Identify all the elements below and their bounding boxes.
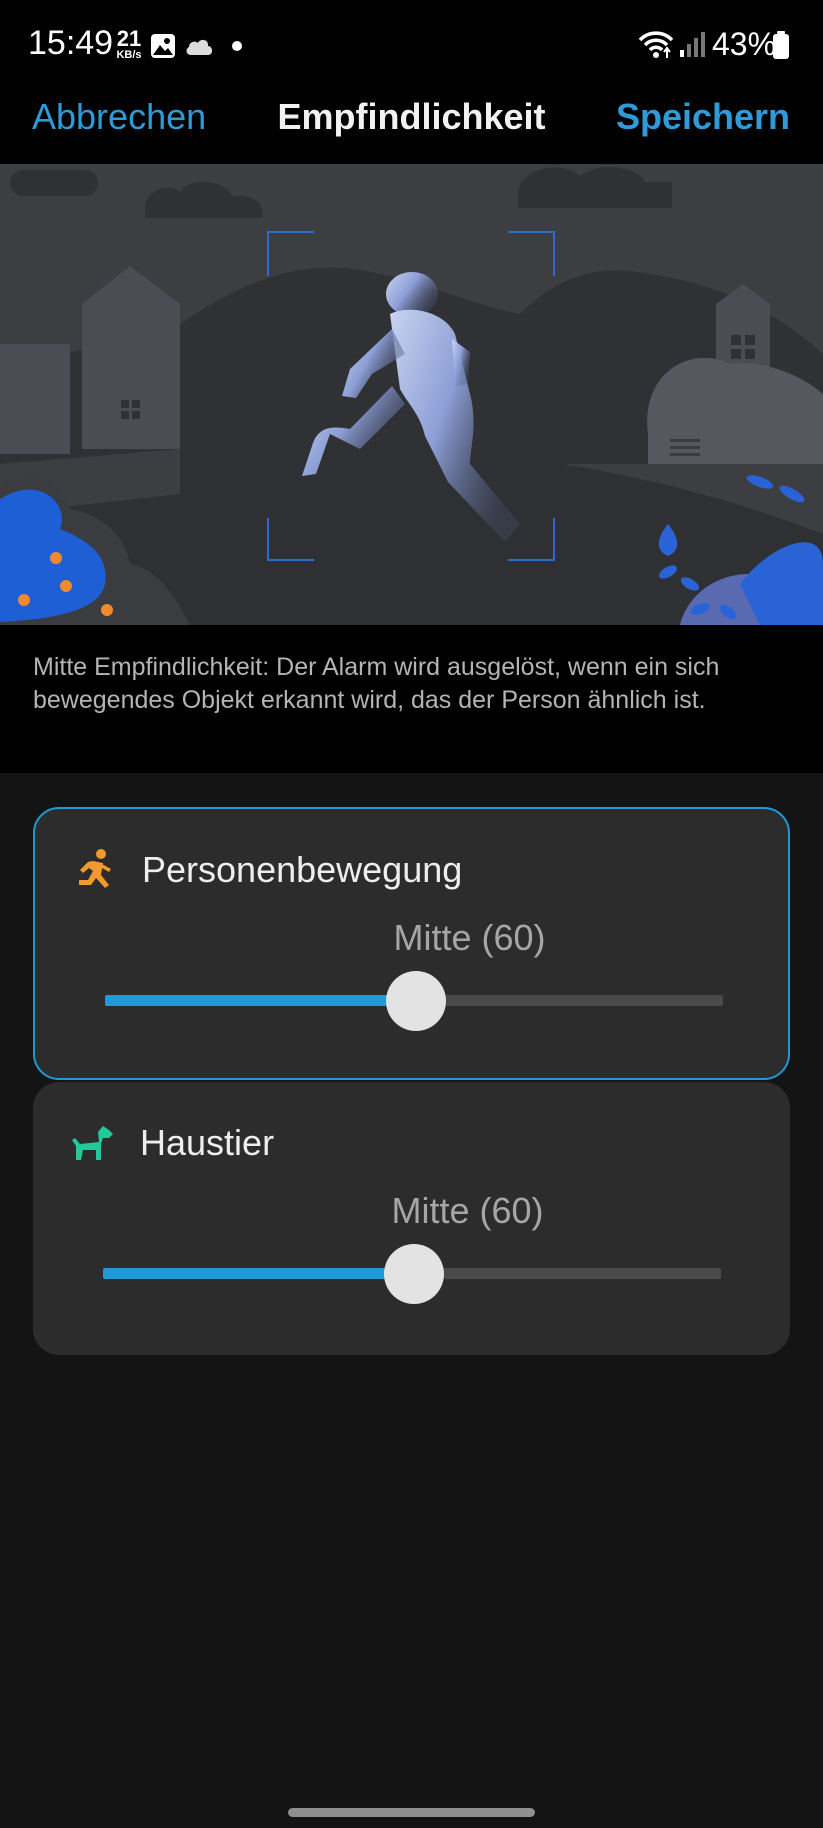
status-time: 15:49 <box>28 24 114 62</box>
battery-icon <box>773 31 789 59</box>
network-speed-value: 21 <box>116 26 142 51</box>
pet-title: Haustier <box>140 1122 275 1163</box>
person-motion-slider-fill <box>105 995 416 1006</box>
person-motion-value: Mitte (60) <box>393 917 546 958</box>
pet-slider-thumb[interactable] <box>384 1244 444 1304</box>
cloud-icon <box>186 39 213 55</box>
pet-value: Mitte (60) <box>391 1190 544 1231</box>
pet-card[interactable]: Haustier Mitte (60) <box>33 1082 790 1355</box>
save-button[interactable]: Speichern <box>616 96 790 138</box>
house-left <box>82 266 180 449</box>
person-motion-card[interactable]: Personenbewegung Mitte (60) <box>33 807 790 1080</box>
battery-percent: 43% <box>712 26 777 62</box>
person-motion-title: Personenbewegung <box>142 849 463 890</box>
sensitivity-description: Mitte Empfindlichkeit: Der Alarm wird au… <box>33 653 720 714</box>
home-gesture-bar[interactable] <box>288 1808 535 1817</box>
running-person-icon <box>79 849 111 888</box>
wifi-icon <box>638 31 674 58</box>
network-speed: 21 KB/s <box>112 28 146 61</box>
pet-slider[interactable] <box>103 1244 721 1304</box>
pet-slider-fill <box>103 1268 414 1279</box>
network-speed-unit: KB/s <box>116 49 142 61</box>
notification-dot-icon <box>232 41 242 51</box>
motion-detection-illustration <box>0 164 823 625</box>
signal-icon <box>680 32 705 57</box>
person-motion-slider[interactable] <box>105 971 723 1031</box>
person-motion-slider-thumb[interactable] <box>386 971 446 1031</box>
dog-icon <box>72 1126 113 1160</box>
gallery-icon <box>151 34 175 58</box>
